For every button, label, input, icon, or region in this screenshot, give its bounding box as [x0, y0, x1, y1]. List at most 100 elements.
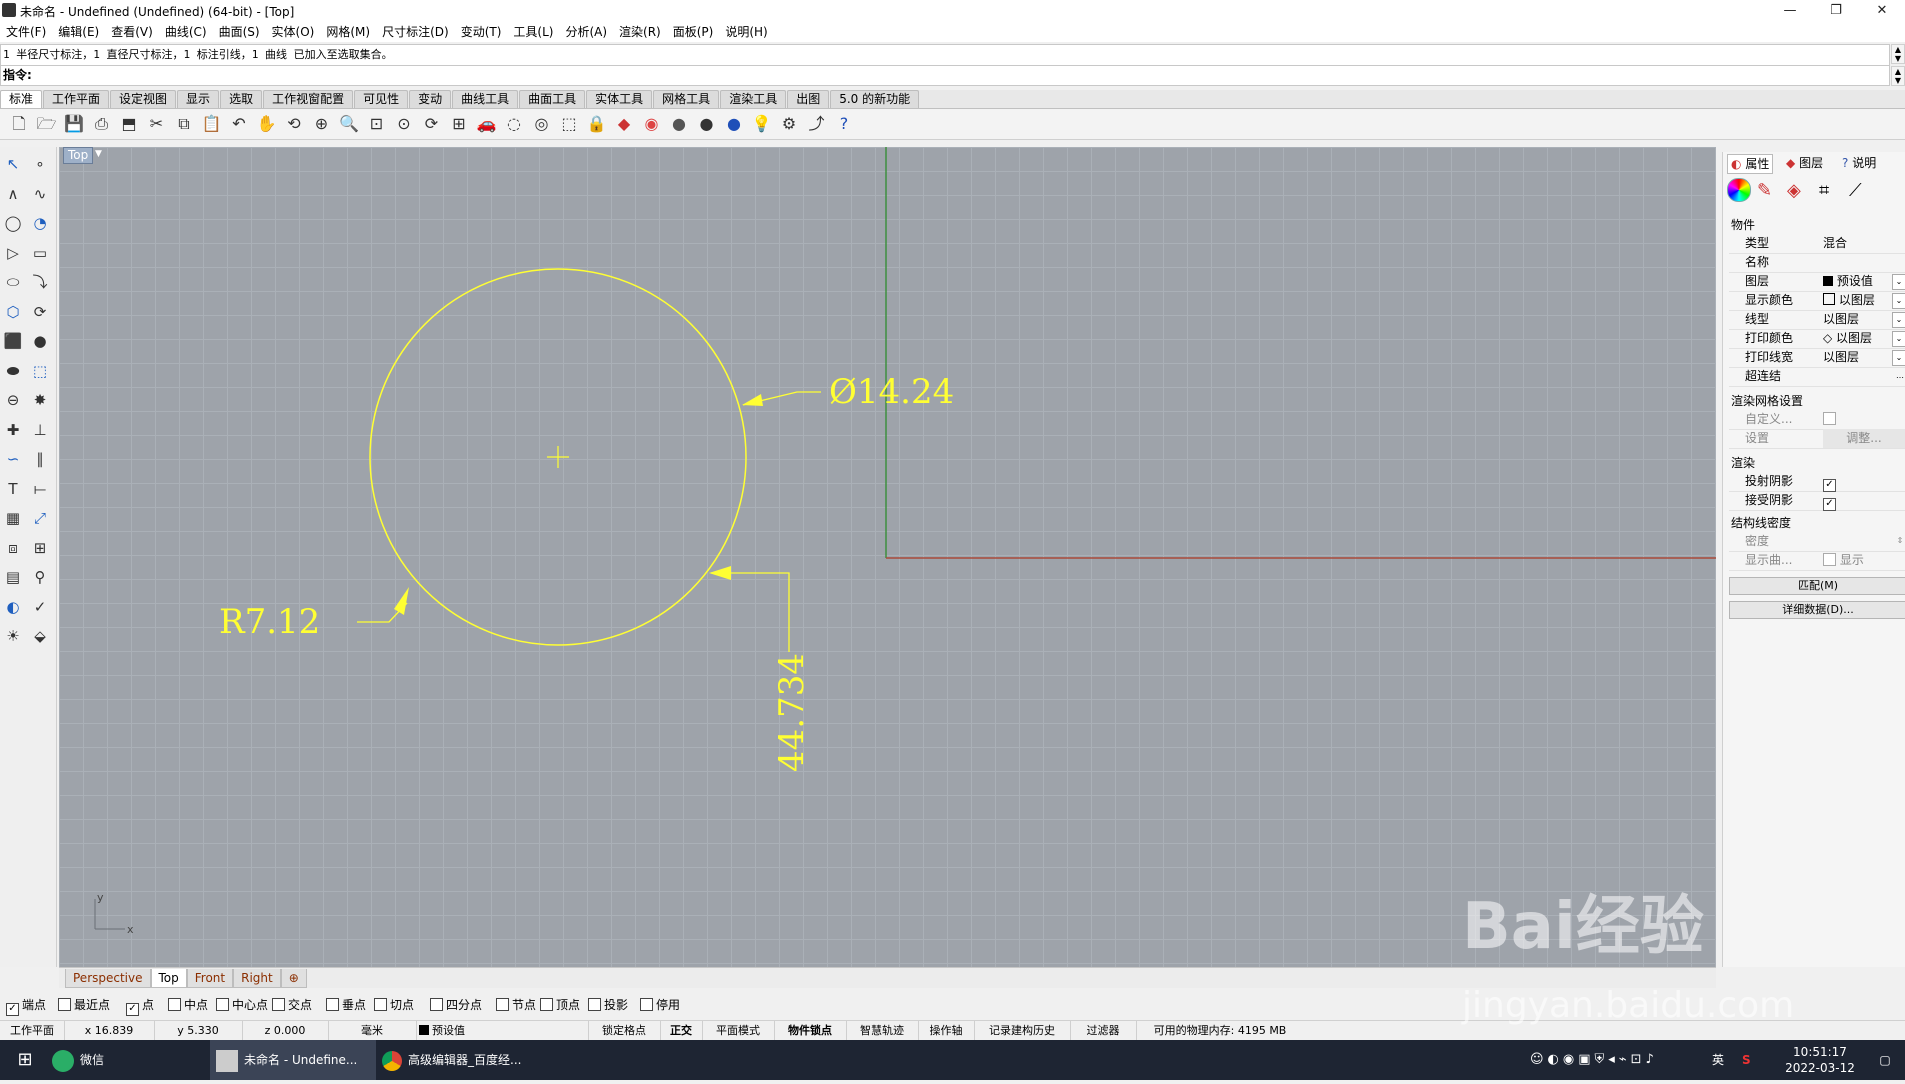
shaded-sphere-icon[interactable]: ● — [668, 113, 690, 135]
osnap-11[interactable]: 投影 — [588, 997, 628, 1013]
taskbar-rhino[interactable]: 未命名 - Undefine... — [210, 1040, 376, 1080]
menu-transform[interactable]: 变动(T) — [455, 22, 508, 42]
paste-icon[interactable]: 📋 — [201, 113, 223, 135]
chevron-down-icon[interactable]: ⌄ — [1892, 293, 1905, 309]
object-properties-icon[interactable] — [1727, 178, 1751, 202]
extrude-icon[interactable]: ⬚ — [29, 360, 51, 382]
box-icon[interactable]: ⬛ — [2, 330, 24, 352]
import-icon[interactable]: ⬒ — [118, 113, 140, 135]
prop-row-hyperlink[interactable]: 超连结… — [1729, 367, 1905, 387]
light-icon[interactable]: ☀ — [2, 625, 24, 647]
check-icon[interactable]: ✓ — [29, 596, 51, 618]
undo-icon[interactable]: ↶ — [228, 113, 250, 135]
chevron-down-icon[interactable]: ⌄ — [1892, 331, 1905, 347]
help-icon[interactable]: ? — [833, 113, 855, 135]
osnap-5[interactable]: 交点 — [272, 997, 312, 1013]
tab-surface-tools[interactable]: 曲面工具 — [519, 90, 586, 108]
settings-gear-icon[interactable]: ⚙ — [778, 113, 800, 135]
clock[interactable]: 10:51:17 2022-03-12 — [1780, 1040, 1860, 1084]
menu-dimension[interactable]: 尺寸标注(D) — [376, 22, 455, 42]
tab-standard[interactable]: 标准 — [0, 90, 43, 108]
add-viewport-icon[interactable]: ⊕ — [280, 969, 307, 988]
tab-curve-tools[interactable]: 曲线工具 — [452, 90, 519, 108]
vtab-front[interactable]: Front — [186, 969, 234, 988]
text-icon[interactable]: T — [2, 478, 24, 500]
osnap-10[interactable]: 顶点 — [540, 997, 580, 1013]
osnap-checkbox[interactable] — [496, 998, 509, 1011]
select-icon[interactable]: ↖ — [2, 153, 24, 175]
osnap-checkbox[interactable] — [168, 998, 181, 1011]
linear-dimension[interactable]: 44.734 — [772, 653, 812, 772]
menu-tools[interactable]: 工具(L) — [507, 22, 559, 42]
fillet-curve-icon[interactable]: ⤵ — [29, 271, 51, 293]
tab-visibility[interactable]: 可见性 — [354, 90, 409, 108]
layout-icon[interactable]: ⊞ — [29, 537, 51, 559]
vtab-right[interactable]: Right — [233, 969, 281, 988]
close-button[interactable]: ✕ — [1859, 0, 1905, 22]
minimize-button[interactable]: — — [1767, 0, 1813, 22]
render-icon[interactable]: ◐ — [2, 596, 24, 618]
render-color-icon[interactable]: ◉ — [641, 113, 663, 135]
command-input[interactable] — [35, 67, 1540, 83]
osnap-checkbox[interactable] — [272, 998, 285, 1011]
scale-icon[interactable]: ⤢ — [29, 507, 51, 529]
status-layer[interactable]: 预设值 — [416, 1021, 589, 1041]
status-history[interactable]: 记录建构历史 — [974, 1021, 1071, 1041]
diameter-dimension[interactable]: Ø14.24 — [829, 372, 954, 412]
details-button[interactable]: 详细数据(D)... — [1729, 601, 1905, 619]
menu-surface[interactable]: 曲面(S) — [213, 22, 266, 42]
new-file-icon[interactable]: 🗋 — [8, 113, 30, 135]
blue-sphere-icon[interactable]: ● — [723, 113, 745, 135]
rotate-view-icon[interactable]: ⟲ — [283, 113, 305, 135]
chevron-down-icon[interactable]: ⌄ — [1892, 274, 1905, 290]
four-viewports-icon[interactable]: ⊞ — [448, 113, 470, 135]
notification-icon[interactable]: ▢ — [1870, 1040, 1900, 1080]
hide-object-icon[interactable]: ◌ — [503, 113, 525, 135]
ime-indicator[interactable]: 英 — [1712, 1040, 1732, 1080]
tab-solid-tools[interactable]: 实体工具 — [586, 90, 653, 108]
osnap-checkbox[interactable] — [540, 998, 553, 1011]
osnap-checkbox[interactable] — [216, 998, 229, 1011]
curve-cv-icon[interactable]: ∿ — [29, 183, 51, 205]
menu-mesh[interactable]: 网格(M) — [320, 22, 376, 42]
menu-view[interactable]: 查看(V) — [105, 22, 159, 42]
point-icon[interactable]: ∘ — [29, 153, 51, 175]
viewport-menu-icon[interactable]: ▼ — [95, 149, 102, 159]
rendered-sphere-icon[interactable]: ● — [696, 113, 718, 135]
osnap-9[interactable]: 节点 — [496, 997, 536, 1013]
menu-panels[interactable]: 面板(P) — [667, 22, 720, 42]
osnap-checkbox[interactable]: ✓ — [6, 1003, 19, 1016]
prop-row-display-color[interactable]: 显示颜色 以图层 ⌄ — [1729, 291, 1905, 311]
menu-file[interactable]: 文件(F) — [0, 22, 52, 42]
zoom-window-icon[interactable]: 🔍 — [338, 113, 360, 135]
revolve-icon[interactable]: ⟳ — [29, 301, 51, 323]
move-icon[interactable]: ✚ — [2, 419, 24, 441]
panel-tab-help[interactable]: ? 说明 — [1839, 154, 1879, 172]
rotate-camera-icon[interactable]: ⟳ — [421, 113, 443, 135]
status-planar[interactable]: 平面模式 — [702, 1021, 775, 1041]
layer-icon[interactable]: ◆ — [613, 113, 635, 135]
circle-icon[interactable]: ◯ — [2, 212, 24, 234]
status-filter[interactable]: 过滤器 — [1070, 1021, 1137, 1041]
texture-mapping-icon[interactable]: ⌗ — [1819, 180, 1829, 201]
tab-drafting[interactable]: 出图 — [787, 90, 830, 108]
prop-row-print-color[interactable]: 打印颜色 ◇ 以图层 ⌄ — [1729, 329, 1905, 349]
osnap-checkbox[interactable] — [58, 998, 71, 1011]
osnap-3[interactable]: 中点 — [168, 997, 208, 1013]
taskbar-chrome[interactable]: 高级编辑器_百度经... — [376, 1040, 542, 1080]
tab-select[interactable]: 选取 — [220, 90, 263, 108]
prop-row-layer[interactable]: 图层 预设值 ⌄ — [1729, 272, 1905, 292]
zoom-selected-icon[interactable]: ⊙ — [393, 113, 415, 135]
system-tray-icons[interactable]: ☺◐◉▣⛨◂⌁⊡♪ — [1530, 1040, 1690, 1080]
print-icon[interactable]: ⎙ — [91, 113, 113, 135]
restore-button[interactable]: ❐ — [1813, 0, 1859, 22]
paint-icon[interactable]: ⬙ — [29, 625, 51, 647]
select-filter-icon[interactable]: ⬚ — [558, 113, 580, 135]
tab-display[interactable]: 显示 — [177, 90, 220, 108]
status-gumball[interactable]: 操作轴 — [918, 1021, 975, 1041]
radius-dimension[interactable]: R7.12 — [219, 602, 320, 642]
dimension-style-icon[interactable]: ⟋ — [1849, 180, 1862, 201]
tab-new-in-v5[interactable]: 5.0 的新功能 — [830, 90, 920, 108]
explode-icon[interactable]: ✸ — [29, 389, 51, 411]
sphere-icon[interactable]: ● — [29, 330, 51, 352]
